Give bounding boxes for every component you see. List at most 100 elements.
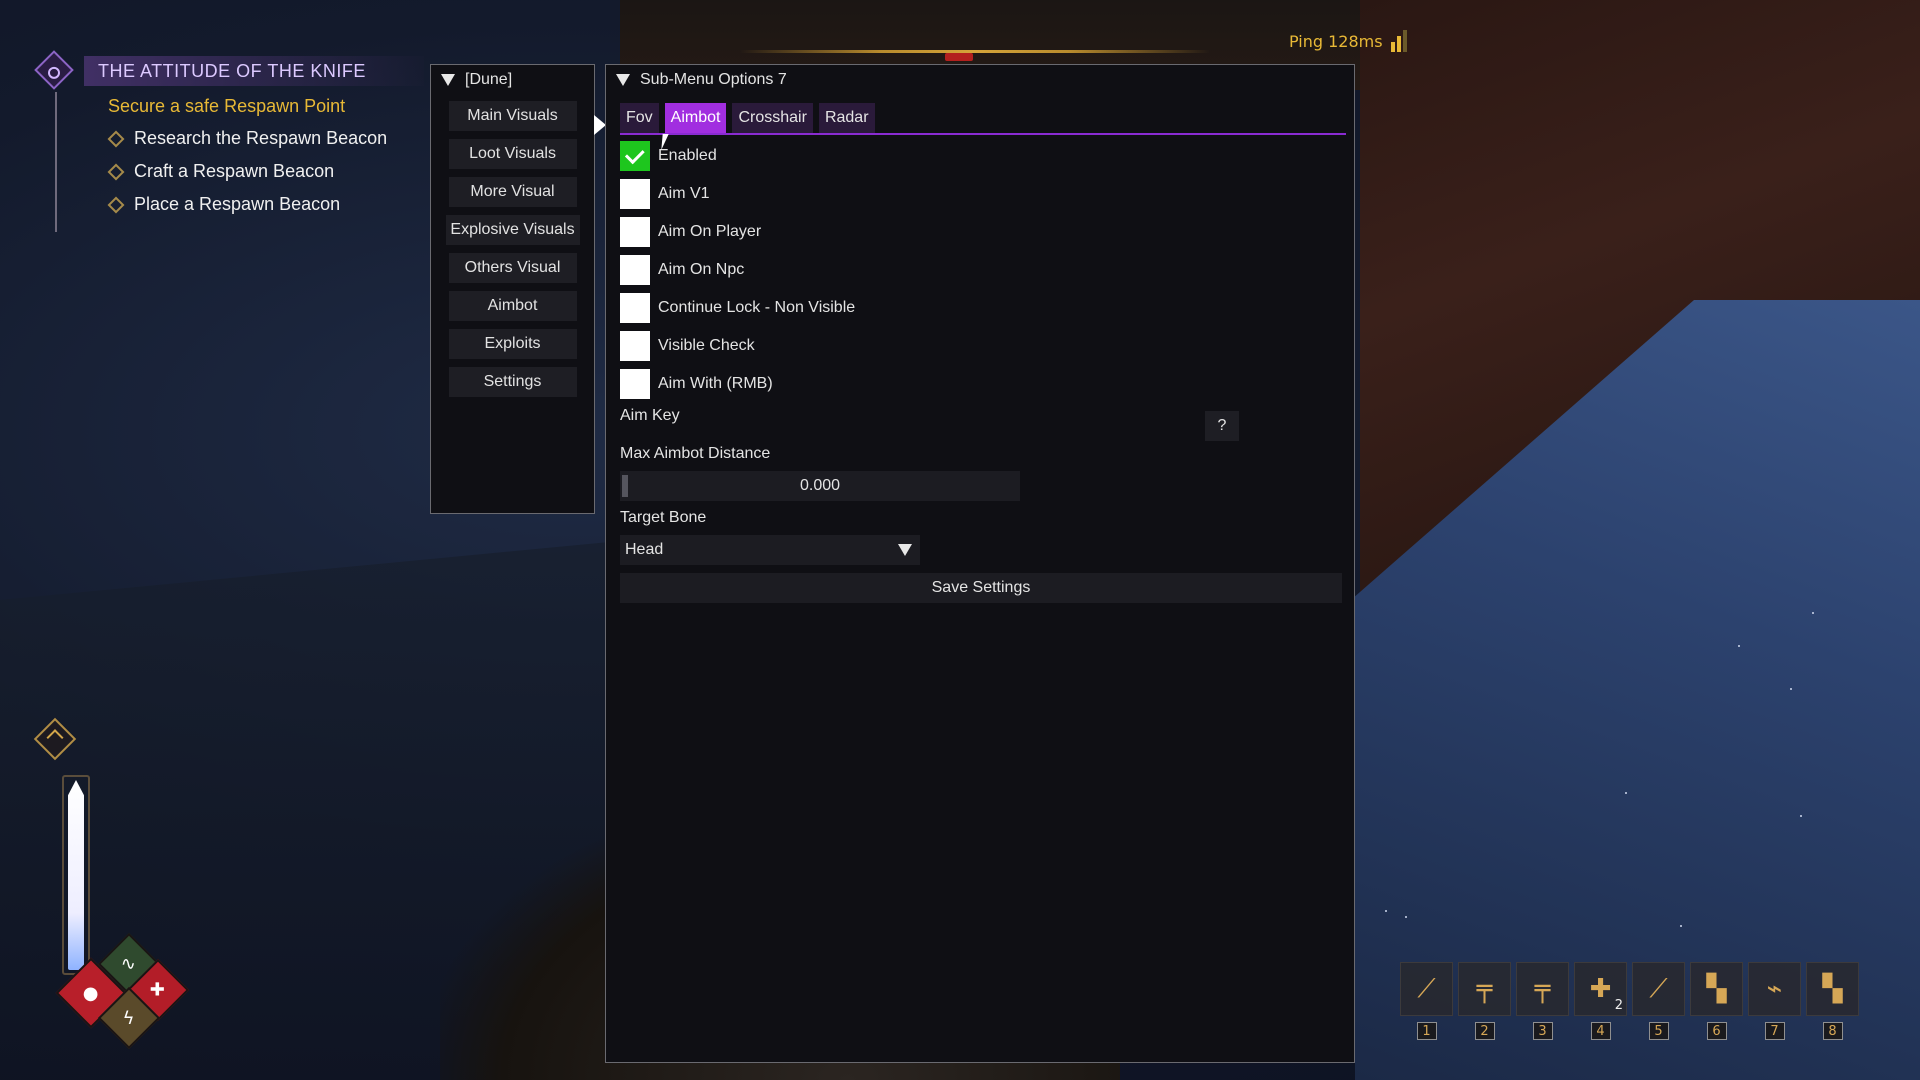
aimbot-settings: Enabled Aim V1 Aim On Player Aim On Npc … [606,141,1354,603]
nav-others-visual-button[interactable]: Others Visual [448,253,577,283]
welder-tool-icon[interactable]: ▚ [1806,962,1859,1016]
checkbox-row[interactable]: Aim On Npc [620,255,1354,285]
tab-underline [620,133,1346,135]
blade-icon[interactable]: ⟋ [1632,962,1685,1016]
hotbar-slot[interactable]: ╤ 3 [1516,962,1569,1040]
star [1625,792,1627,794]
continue-lock-checkbox[interactable] [620,293,650,323]
checkbox-label: Aim On Npc [658,261,745,278]
aim-key-button[interactable]: ? [1205,411,1239,441]
checkbox-label: Continue Lock - Non Visible [658,299,856,316]
tab-radar[interactable]: Radar [818,103,875,133]
slot-number: 4 [1590,1022,1611,1040]
checkbox-label: Aim With (RMB) [658,375,773,392]
slot-number: 7 [1764,1022,1785,1040]
quest-title: THE ATTITUDE OF THE KNIFE [98,60,366,81]
hotbar-slot[interactable]: ▚ 8 [1806,962,1859,1040]
slider-handle[interactable] [622,475,628,497]
task-diamond-icon [107,130,125,147]
quest-connector-line [55,92,57,232]
window-header[interactable]: Sub-Menu Options 7 [606,65,1354,95]
star [1385,910,1387,912]
checkbox-row[interactable]: Continue Lock - Non Visible [620,293,1354,323]
nav-more-visual-button[interactable]: More Visual [448,177,577,207]
star [1680,925,1682,927]
knife-icon[interactable]: ⟋ [1400,962,1453,1016]
star [1405,916,1407,918]
slot-number: 2 [1474,1022,1495,1040]
hotbar-slot[interactable]: ✚ 2 4 [1574,962,1627,1040]
window-header[interactable]: [Dune] [431,65,594,95]
slot-number: 3 [1532,1022,1553,1040]
collapse-triangle-icon[interactable] [441,74,455,86]
nav-list: Main Visuals Loot Visuals More Visual Ex… [431,95,594,397]
quest-task-label: Research the Respawn Beacon [134,128,388,148]
checkbox-row[interactable]: Aim V1 [620,179,1354,209]
star [1812,612,1814,614]
medkit-icon[interactable]: ✚ 2 [1574,962,1627,1016]
dropdown-arrow-icon[interactable] [898,544,912,556]
aim-key-row: Aim Key ? [620,405,1354,441]
slot-number: 8 [1822,1022,1843,1040]
hotbar-slot[interactable]: ⟋ 1 [1400,962,1453,1040]
checkbox-label: Aim V1 [658,185,710,202]
hotbar-slot[interactable]: ⟋ 5 [1632,962,1685,1040]
nav-loot-visuals-button[interactable]: Loot Visuals [448,139,577,169]
aim-v1-checkbox[interactable] [620,179,650,209]
hotbar-slot[interactable]: ▚ 6 [1690,962,1743,1040]
slot-number: 6 [1706,1022,1727,1040]
enabled-checkbox[interactable] [620,141,650,171]
tab-crosshair[interactable]: Crosshair [732,103,813,133]
collapse-triangle-icon[interactable] [616,74,630,86]
target-bone-label: Target Bone [620,509,707,526]
star [1790,688,1792,690]
window-title: [Dune] [465,71,513,88]
chevron-up-icon[interactable] [33,717,77,761]
tab-fov[interactable]: Fov [620,103,659,133]
compass-marker [945,53,973,61]
nav-main-visuals-button[interactable]: Main Visuals [448,101,577,131]
roof-background [1360,0,1920,600]
nav-aimbot-button[interactable]: Aimbot [448,291,577,321]
save-settings-button[interactable]: Save Settings [620,573,1342,603]
hotbar-slot[interactable]: ╤ 2 [1458,962,1511,1040]
slot-count: 2 [1614,998,1623,1013]
checkbox-row[interactable]: Visible Check [620,331,1354,361]
visible-check-checkbox[interactable] [620,331,650,361]
quest-title-bar: THE ATTITUDE OF THE KNIFE [84,56,424,86]
checkbox-row[interactable]: Aim With (RMB) [620,369,1354,399]
hotbar-slot[interactable]: ⌁ 7 [1748,962,1801,1040]
slot-number: 1 [1416,1022,1437,1040]
ping-indicator: Ping 128ms [1289,30,1407,52]
flashlight-icon[interactable]: ⌁ [1748,962,1801,1016]
task-diamond-icon [107,196,125,213]
nav-settings-button[interactable]: Settings [448,367,577,397]
quest-task: Place a Respawn Beacon [107,194,341,215]
star [1738,645,1740,647]
rifle-icon[interactable]: ╤ [1516,962,1569,1016]
quest-subtitle: Secure a safe Respawn Point [108,96,346,116]
aim-on-npc-checkbox[interactable] [620,255,650,285]
max-distance-slider[interactable]: 0.000 [620,471,1020,501]
tab-aimbot[interactable]: Aimbot [664,103,727,133]
pistol-icon[interactable]: ╤ [1458,962,1511,1016]
task-diamond-icon [107,163,125,180]
max-distance-label: Max Aimbot Distance [620,445,771,462]
nav-exploits-button[interactable]: Exploits [448,329,577,359]
quest-task-label: Place a Respawn Beacon [134,194,341,214]
aim-with-rmb-checkbox[interactable] [620,369,650,399]
slot-number: 5 [1648,1022,1669,1040]
select-value: Head [625,541,664,558]
checkbox-row[interactable]: Aim On Player [620,217,1354,247]
nav-explosive-visuals-button[interactable]: Explosive Visuals [445,215,580,245]
aim-on-player-checkbox[interactable] [620,217,650,247]
quest-task-label: Craft a Respawn Beacon [134,161,335,181]
ping-label: Ping 128ms [1289,31,1383,51]
target-bone-select[interactable]: Head [620,535,920,565]
quest-task: Craft a Respawn Beacon [107,161,335,182]
window-title: Sub-Menu Options 7 [640,71,787,88]
hotbar: ⟋ 1 ╤ 2 ╤ 3 ✚ 2 4 ⟋ 5 ▚ 6 ⌁ 7 ▚ 8 [1400,962,1859,1040]
slider-value: 0.000 [799,477,841,494]
checkbox-row[interactable]: Enabled [620,141,1354,171]
cutter-tool-icon[interactable]: ▚ [1690,962,1743,1016]
